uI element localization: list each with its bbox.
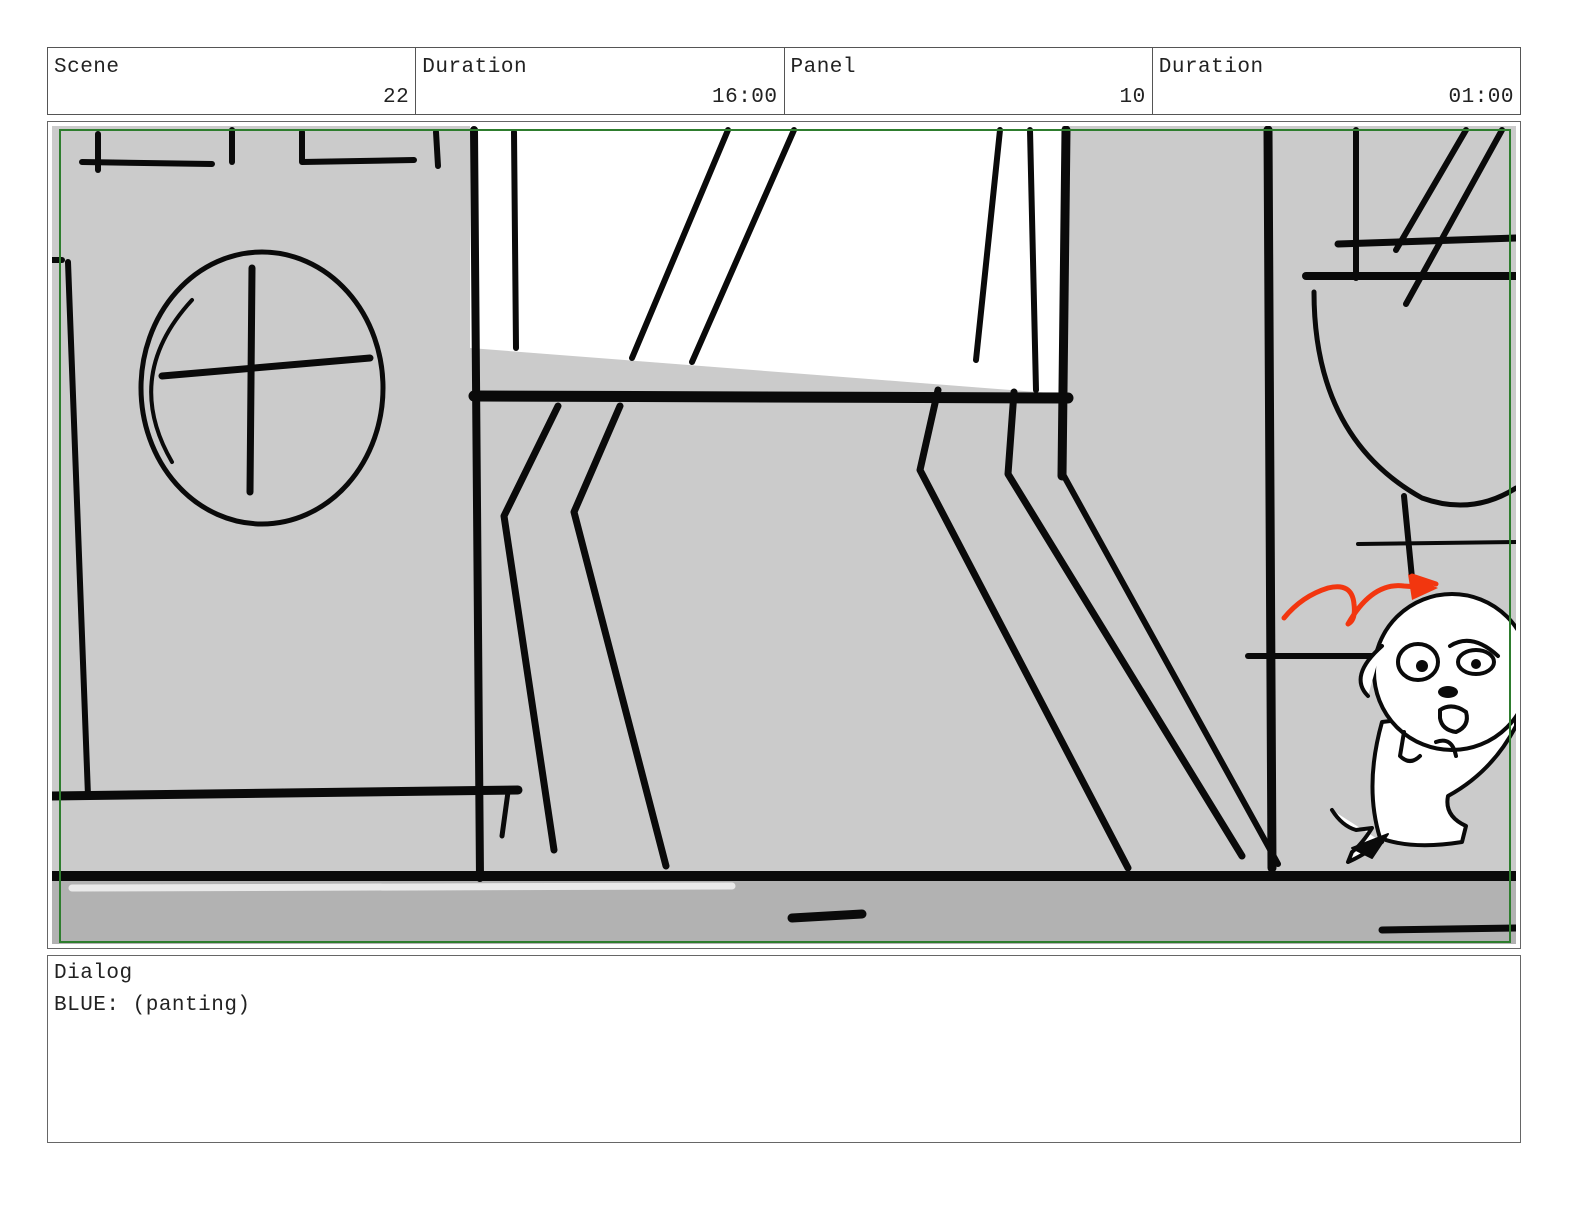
panel-duration-cell: Duration 01:00 xyxy=(1153,48,1520,114)
panel-number: 10 xyxy=(1119,86,1146,109)
storyboard-panel xyxy=(47,121,1521,949)
dialog-text: BLUE: (panting) xyxy=(54,994,251,1017)
scene-duration-value: 16:00 xyxy=(711,86,778,109)
scene-number: 22 xyxy=(383,86,410,109)
panel-cell: Panel 10 xyxy=(785,48,1153,114)
scene-info-header: Scene 22 Duration 16:00 Panel 10 Duratio… xyxy=(47,47,1521,115)
dialog-box: Dialog BLUE: (panting) xyxy=(47,955,1521,1143)
panel-sketch xyxy=(52,126,1516,944)
scene-cell: Scene 22 xyxy=(48,48,417,114)
dialog-label: Dialog xyxy=(54,962,133,985)
panel-duration-label: Duration xyxy=(1158,56,1264,79)
panel-duration-value: 01:00 xyxy=(1448,86,1514,109)
scene-duration-cell: Duration 16:00 xyxy=(416,48,785,114)
scene-duration-label: Duration xyxy=(422,56,528,79)
floor-highlight xyxy=(68,882,736,892)
scene-label: Scene xyxy=(54,56,120,79)
panel-label: Panel xyxy=(790,56,857,79)
window-opening xyxy=(470,126,1062,394)
